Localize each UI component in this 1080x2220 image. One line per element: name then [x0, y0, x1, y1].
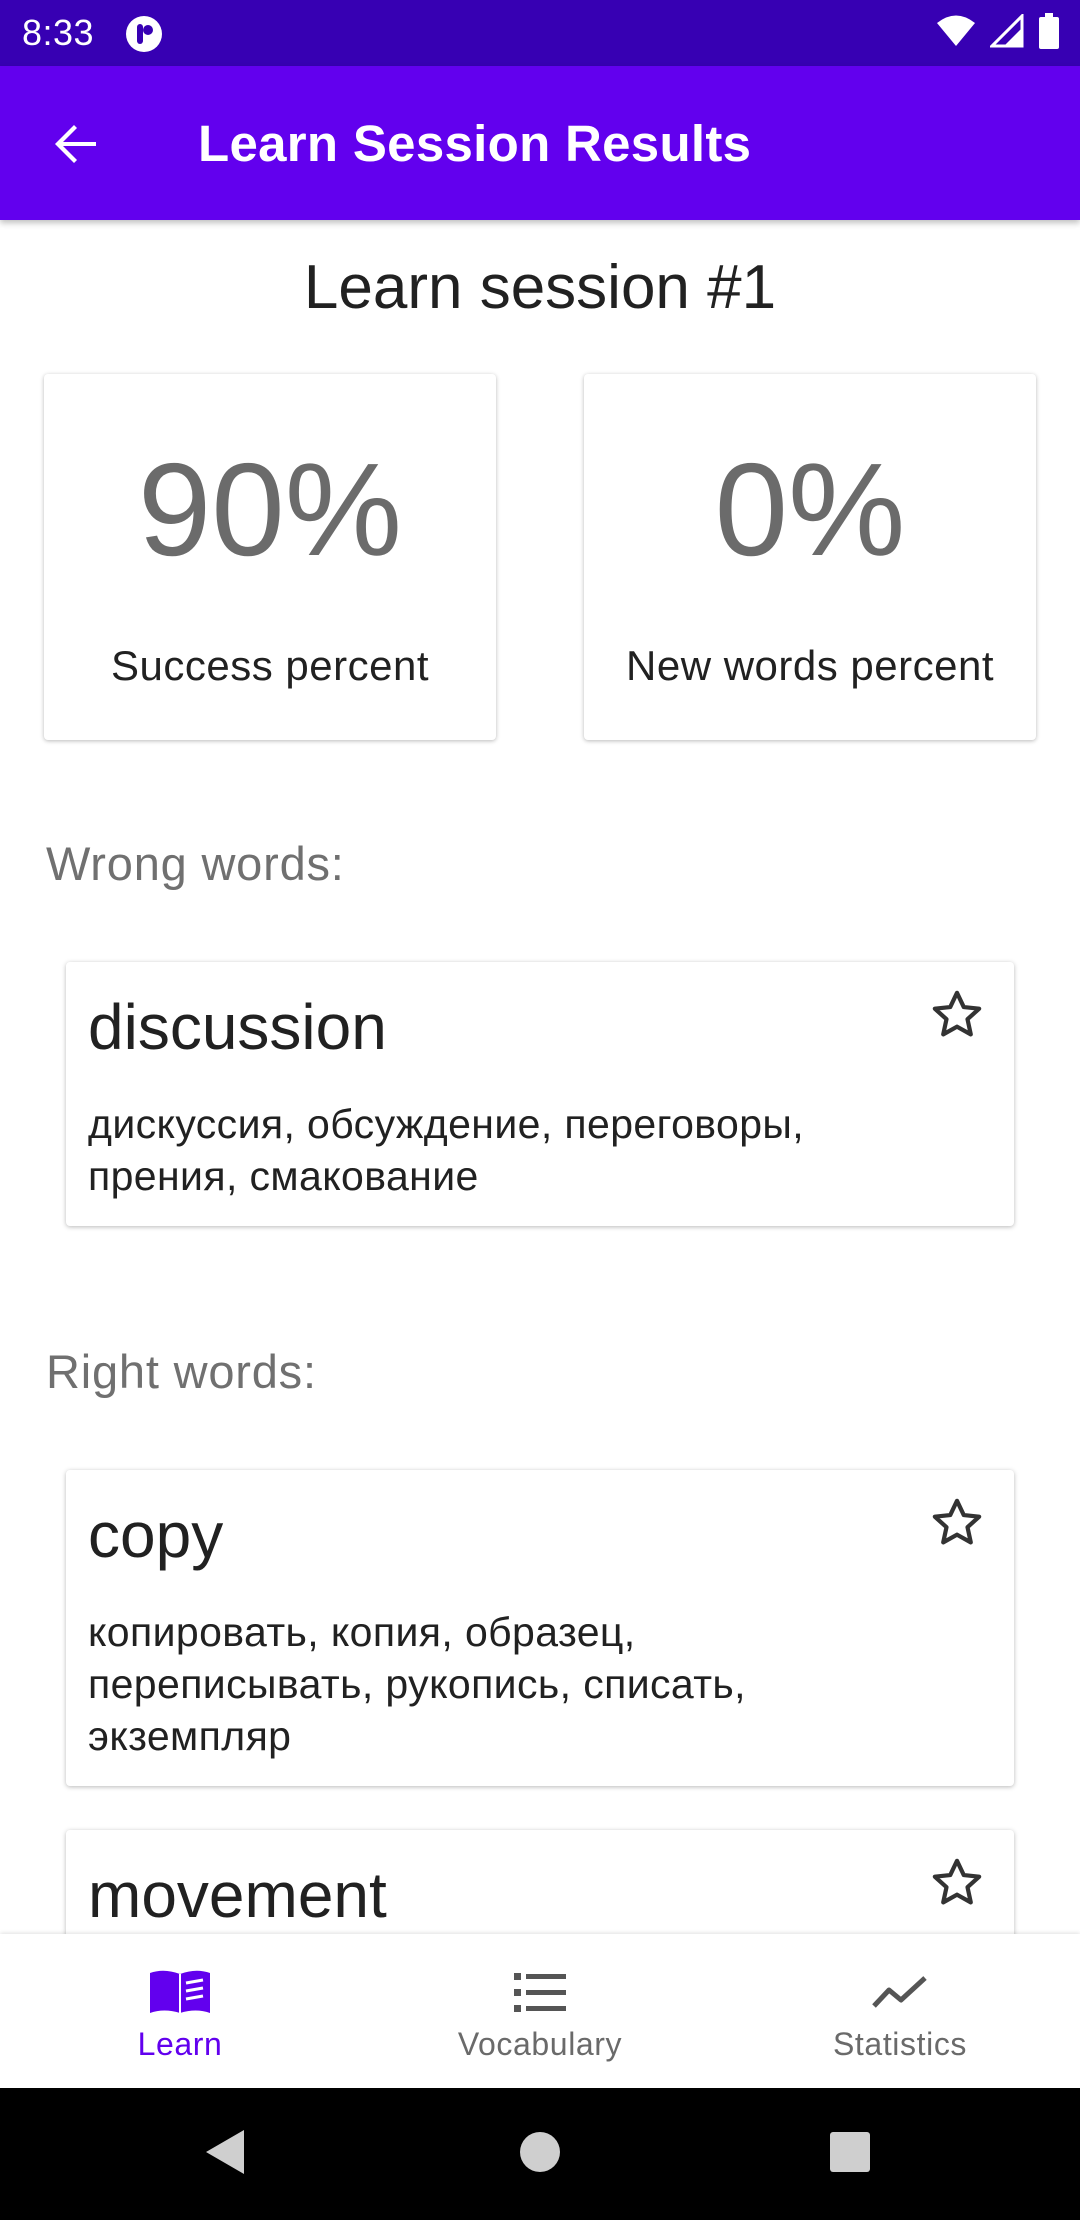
nav-label-learn: Learn	[137, 2026, 223, 2062]
right-words-header: Right words:	[46, 1345, 317, 1398]
app-notification-icon	[124, 14, 164, 54]
nav-label-statistics: Statistics	[832, 2026, 968, 2062]
system-back-button[interactable]	[196, 2124, 256, 2184]
star-outline-icon	[929, 1855, 985, 1916]
word-title: movement	[88, 1859, 387, 1931]
nav-item-vocabulary[interactable]: Vocabulary	[360, 1934, 720, 2088]
recents-square-icon	[829, 2131, 871, 2178]
system-navigation-bar	[0, 2088, 1080, 2220]
word-card-copy[interactable]: copy копировать, копия, образец, перепис…	[66, 1470, 1014, 1786]
word-translation: дискуссия, обсуждение, переговоры, прени…	[88, 1101, 805, 1199]
page-title: Learn Session Results	[198, 115, 752, 172]
new-words-stat-card: 0% New words percent	[584, 374, 1036, 740]
word-title: discussion	[88, 991, 387, 1063]
nav-item-learn[interactable]: Learn	[0, 1934, 360, 2088]
nav-item-statistics[interactable]: Statistics	[720, 1934, 1080, 2088]
list-icon	[508, 1964, 572, 2020]
trending-icon	[868, 1964, 932, 2020]
home-circle-icon	[518, 2130, 562, 2179]
bottom-navigation: Learn Vocabulary Statistics	[0, 1934, 1080, 2088]
new-words-percent-label: New words percent	[626, 642, 994, 689]
arrow-back-icon	[52, 120, 100, 173]
word-card-discussion[interactable]: discussion дискуссия, обсуждение, перего…	[66, 962, 1014, 1226]
nav-label-vocabulary: Vocabulary	[457, 2026, 623, 2062]
status-time: 8:33	[22, 12, 95, 53]
word-translation: копировать, копия, образец, переписывать…	[88, 1609, 746, 1759]
status-bar: 8:33	[0, 0, 1080, 66]
new-words-percent-value: 0%	[714, 436, 906, 583]
favorite-button[interactable]	[924, 1492, 990, 1558]
success-percent-label: Success percent	[111, 642, 429, 689]
star-outline-icon	[929, 1495, 985, 1556]
star-outline-icon	[929, 987, 985, 1048]
book-icon	[148, 1964, 212, 2020]
success-percent-value: 90%	[137, 436, 403, 583]
back-button[interactable]	[40, 110, 112, 182]
wifi-icon	[936, 14, 976, 53]
back-triangle-icon	[202, 2127, 250, 2182]
wrong-words-header: Wrong words:	[46, 837, 345, 890]
word-title: copy	[88, 1499, 224, 1571]
success-stat-card: 90% Success percent	[44, 374, 496, 740]
status-icons	[936, 11, 1060, 54]
favorite-button[interactable]	[924, 984, 990, 1050]
system-recents-button[interactable]	[820, 2124, 880, 2184]
system-home-button[interactable]	[510, 2124, 570, 2184]
app-bar: Learn Session Results	[0, 66, 1080, 220]
battery-icon	[1038, 12, 1060, 54]
session-title: Learn session #1	[303, 253, 777, 322]
favorite-button[interactable]	[924, 1852, 990, 1918]
signal-icon	[988, 11, 1024, 53]
